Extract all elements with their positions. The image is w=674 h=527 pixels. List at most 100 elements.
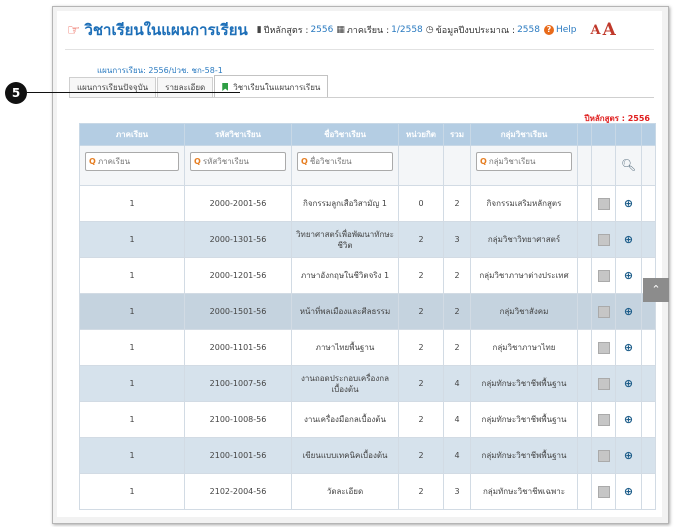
help-link[interactable]: Help [556, 25, 577, 35]
help-icon[interactable]: ? [543, 25, 554, 35]
zoom-in-icon[interactable]: ⊕ [624, 414, 633, 425]
cell-group: กลุ่มวิชาภาษาไทย [470, 329, 578, 366]
zoom-in-icon[interactable]: ⊕ [624, 486, 633, 497]
cell-blank [577, 185, 592, 222]
cell-blank [577, 329, 592, 366]
cell-semester: 1 [79, 293, 185, 330]
cell-total: 3 [443, 473, 471, 510]
app-window: ☞ วิชาเรียนในแผนการเรียน ▮ ปีหลักสูตร : … [52, 6, 669, 524]
zoom-in-icon[interactable]: ⊕ [624, 378, 633, 389]
col-code[interactable]: รหัสวิชาเรียน [184, 123, 292, 146]
zoom-in-icon[interactable]: ⊕ [624, 198, 633, 209]
col-blank-2 [591, 123, 616, 146]
zoom-in-icon[interactable]: ⊕ [624, 270, 633, 281]
col-blank-3 [615, 123, 642, 146]
header-meta: ▮ ปีหลักสูตร : 2556 ▦ ภาคเรียน : 1/2558 … [254, 23, 577, 37]
tab-current-plan[interactable]: แผนการเรียนปัจจุบัน [69, 77, 157, 97]
scroll-top-button[interactable]: ⌃ [643, 278, 669, 302]
row-checkbox[interactable] [597, 341, 610, 354]
filter-group-input[interactable]: Q กลุ่มวิชาเรียน [476, 152, 572, 171]
cell-credits: 2 [398, 221, 444, 258]
subjects-table: ภาคเรียน รหัสวิชาเรียน ชื่อวิชาเรียน หน่… [79, 123, 656, 510]
zoom-in-icon[interactable]: ⊕ [624, 306, 633, 317]
cell-name: วัดละเอียด [291, 473, 399, 510]
search-icon[interactable]: 🔍︎ [621, 159, 636, 171]
budget-year-value: 2558 [517, 25, 540, 35]
budget-year-label: ข้อมูลปีงบประมาณ : [435, 26, 516, 36]
table-row: 1 2100-1007-56 งานถอดประกอบเครื่องกลเบื้อง… [79, 365, 656, 402]
cell-group: กลุ่มทักษะวิชาชีพพื้นฐาน [470, 365, 578, 402]
tab-plan-subjects-label: วิชาเรียนในแผนการเรียน [233, 83, 321, 92]
row-checkbox[interactable] [597, 377, 610, 390]
cell-name: หน้าที่พลเมืองและศีลธรรม [291, 293, 399, 330]
cell-name: เขียนแบบเทคนิคเบื้องต้น [291, 437, 399, 474]
cell-name: ภาษาอังกฤษในชีวิตจริง 1 [291, 257, 399, 294]
cell-credits: 2 [398, 293, 444, 330]
col-total[interactable]: รวม [443, 123, 471, 146]
content-panel: ☞ วิชาเรียนในแผนการเรียน ▮ ปีหลักสูตร : … [57, 11, 662, 517]
calendar-icon: ▦ [336, 25, 345, 35]
cell-total: 2 [443, 185, 471, 222]
cell-credits: 2 [398, 401, 444, 438]
zoom-in-icon[interactable]: ⊕ [624, 342, 633, 353]
cell-name: กิจกรรมลูกเสือวิสามัญ 1 [291, 185, 399, 222]
plan-label: แผนการเรียน: [97, 66, 146, 75]
table-row: 1 2000-1101-56 ภาษาไทยพื้นฐาน 2 2 กลุ่มวิชาภา… [79, 329, 656, 366]
cell-code: 2000-1101-56 [184, 329, 292, 366]
cell-semester: 1 [79, 185, 185, 222]
row-checkbox[interactable] [597, 485, 610, 498]
zoom-in-icon[interactable]: ⊕ [624, 234, 633, 245]
cell-name: งานเครื่องมือกลเบื้องต้น [291, 401, 399, 438]
cell-code: 2000-2001-56 [184, 185, 292, 222]
tab-bar: แผนการเรียนปัจจุบัน รายละเอียด วิชาเรียน… [69, 75, 329, 97]
cell-blank [641, 437, 656, 474]
table-row: 1 2000-2001-56 กิจกรรมลูกเสือวิสามัญ 1 0 2 กิ… [79, 185, 656, 222]
tab-plan-subjects[interactable]: วิชาเรียนในแผนการเรียน [214, 75, 329, 97]
cell-blank [641, 365, 656, 402]
table-row: 1 2000-1201-56 ภาษาอังกฤษในชีวิตจริง 1 2 2 กล… [79, 257, 656, 294]
row-checkbox[interactable] [597, 413, 610, 426]
cell-credits: 2 [398, 329, 444, 366]
row-checkbox[interactable] [597, 305, 610, 318]
cell-blank [577, 365, 592, 402]
cell-semester: 1 [79, 437, 185, 474]
cell-group: กลุ่มวิชาภาษาต่างประเทศ [470, 257, 578, 294]
cell-blank [577, 221, 592, 258]
row-checkbox[interactable] [597, 449, 610, 462]
cell-blank [577, 401, 592, 438]
hand-pointer-icon: ☞ [67, 21, 81, 39]
zoom-in-icon[interactable]: ⊕ [624, 450, 633, 461]
cell-blank [641, 401, 656, 438]
cell-code: 2000-1201-56 [184, 257, 292, 294]
cell-group: กลุ่มทักษะวิชาชีพพื้นฐาน [470, 437, 578, 474]
filter-code-input[interactable]: Q รหัสวิชาเรียน [190, 152, 286, 171]
tab-underline [69, 97, 654, 98]
filter-semester-input[interactable]: Q ภาคเรียน [85, 152, 179, 171]
page-header: ☞ วิชาเรียนในแผนการเรียน ▮ ปีหลักสูตร : … [67, 17, 616, 43]
cell-credits: 2 [398, 437, 444, 474]
row-checkbox[interactable] [597, 197, 610, 210]
font-decrease-button[interactable]: A [591, 23, 601, 38]
cell-total: 2 [443, 329, 471, 366]
cell-total: 4 [443, 365, 471, 402]
cell-code: 2000-1501-56 [184, 293, 292, 330]
row-checkbox[interactable] [597, 269, 610, 282]
col-group[interactable]: กลุ่มวิชาเรียน [470, 123, 578, 146]
plan-info: แผนการเรียน: 2556/ปวช. ชก-58-1 [97, 64, 223, 77]
col-blank-1 [577, 123, 592, 146]
cell-blank [577, 257, 592, 294]
col-semester[interactable]: ภาคเรียน [79, 123, 185, 146]
col-name[interactable]: ชื่อวิชาเรียน [291, 123, 399, 146]
curriculum-year-label: ปีหลักสูตร : [263, 26, 309, 36]
filter-name-input[interactable]: Q ชื่อวิชาเรียน [297, 152, 393, 171]
row-checkbox[interactable] [597, 233, 610, 246]
col-credits[interactable]: หน่วยกิต [398, 123, 444, 146]
search-icon: Q [480, 157, 487, 166]
tab-details[interactable]: รายละเอียด [157, 77, 214, 97]
cell-name: วิทยาศาสตร์เพื่อพัฒนาทักษะชีวิต [291, 221, 399, 258]
cell-blank [577, 437, 592, 474]
cell-semester: 1 [79, 473, 185, 510]
cell-code: 2100-1001-56 [184, 437, 292, 474]
font-increase-button[interactable]: A [603, 20, 616, 40]
book-icon: ▮ [256, 25, 262, 35]
